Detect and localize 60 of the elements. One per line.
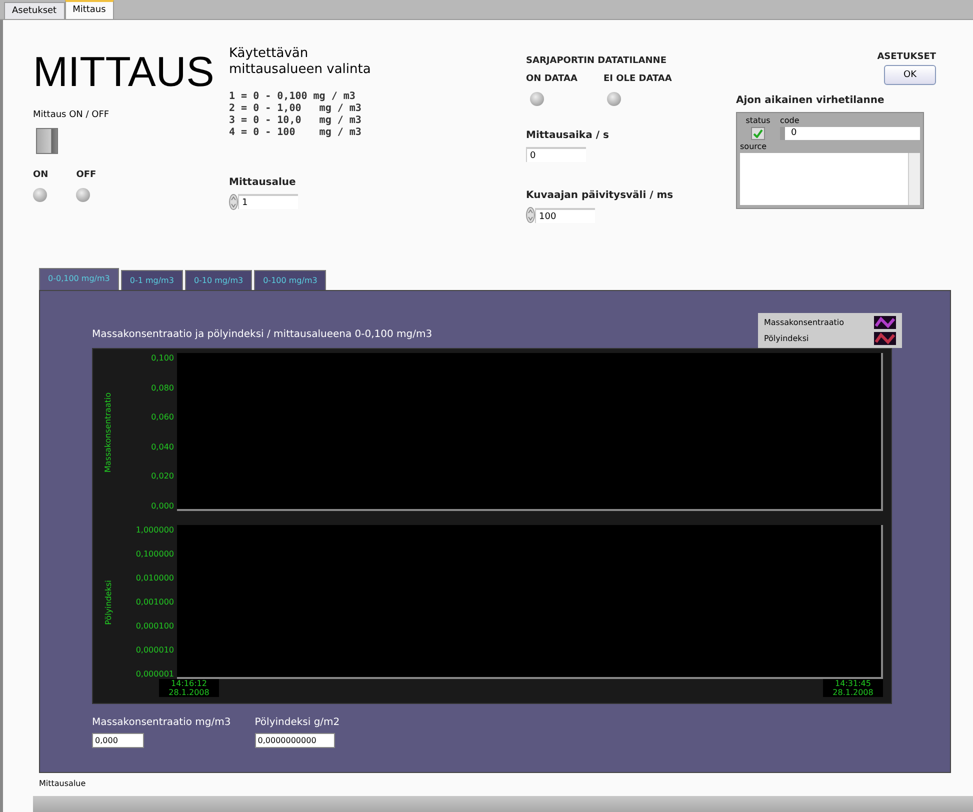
tab[interactable]: Asetukset	[4, 2, 65, 19]
axis-tick-label: 0,020	[151, 472, 174, 481]
range-option: 2 = 0 - 1,00 mg / m3	[229, 102, 526, 114]
tab[interactable]: 0-1 mg/m3	[120, 270, 183, 290]
axis-tick-label: 0,000	[151, 502, 174, 510]
section-heading: ASETUKSET	[877, 52, 936, 62]
indicator-label: EI OLE DATAA	[603, 74, 672, 84]
axis-tick-label: 1,000000	[136, 526, 174, 534]
page-title: MITTAUS	[33, 48, 216, 96]
section-heading: Käytettävän mittausalueen valinta	[229, 46, 372, 78]
field-label: status	[744, 116, 772, 125]
indicator-label: ON	[33, 170, 48, 180]
field-label: source	[740, 142, 768, 151]
toggle-switch[interactable]	[36, 128, 58, 154]
readout-label: Pölyindeksi g/m2	[254, 717, 340, 728]
tab[interactable]: 0-100 mg/m3	[254, 270, 326, 290]
section-heading: SARJAPORTIN DATATILANNE	[526, 56, 668, 66]
tab[interactable]: 0-0,100 mg/m3	[39, 268, 119, 290]
spinner-icon[interactable]	[526, 207, 535, 223]
axis-tick-label: 14:16:12 28.1.2008	[159, 679, 219, 697]
axis-tick-label: 0,040	[151, 442, 174, 452]
readout-label: Massakonsentraatio mg/m3	[92, 717, 231, 728]
readout-field: 0,0000000000	[254, 733, 335, 748]
axis-tick-label: 14:31:45 28.1.2008	[823, 679, 883, 697]
field-label: Mittausalue	[229, 176, 297, 188]
footer-label: Mittausalue	[39, 779, 87, 788]
section-heading: Ajon aikainen virhetilanne	[736, 95, 886, 106]
numeric-field[interactable]: 100	[535, 208, 595, 222]
axis-tick-label: 0,001000	[136, 598, 174, 606]
axis-tick-label: 0,000001	[136, 670, 174, 678]
chart-title: Massakonsentraatio ja pölyindeksi / mittausalueena 0-0,100 mg/m3	[92, 329, 432, 340]
axis-tick-label: 0,000100	[136, 622, 174, 630]
axis-tick-label: 0,080	[151, 383, 174, 392]
axis-tick-label: 0,010000	[136, 574, 174, 582]
field-label: code	[780, 116, 800, 125]
code-field[interactable]: 0	[780, 127, 920, 140]
indicator-label: OFF	[76, 170, 96, 180]
range-option: 1 = 0 - 0,100 mg / m3	[229, 90, 526, 102]
field-label: Mittausaika / s	[526, 130, 610, 141]
legend-label: Pölyindeksi	[764, 334, 809, 343]
indicator-label: ON DATAA	[526, 74, 578, 84]
numeric-field[interactable]: 0	[526, 147, 586, 162]
axis-title: Massakonsentraatio	[104, 392, 112, 472]
spinner-icon[interactable]	[229, 194, 238, 210]
legend-label: Massakonsentraatio	[764, 318, 844, 327]
ok-button[interactable]: OK	[884, 65, 936, 85]
readout-field: 0,000	[92, 733, 144, 748]
axis-tick-label: 0,060	[151, 412, 174, 422]
axis-tick-label: 0,000010	[136, 646, 174, 654]
source-field[interactable]	[740, 153, 920, 205]
range-option: 4 = 0 - 100 mg / m3	[229, 126, 526, 138]
axis-tick-label: 0,100000	[136, 550, 174, 558]
tab[interactable]: 0-10 mg/m3	[184, 270, 252, 290]
tab[interactable]: Mittaus	[64, 0, 114, 19]
axis-title: Pölyindeksi	[104, 580, 112, 624]
switch-label: Mittaus ON / OFF	[33, 110, 110, 120]
axis-tick-label: 0,100	[151, 354, 174, 362]
numeric-field[interactable]: 1	[238, 194, 298, 209]
field-label: Kuvaajan päivitysväli / ms	[526, 190, 674, 201]
range-option: 3 = 0 - 10,0 mg / m3	[229, 114, 526, 126]
